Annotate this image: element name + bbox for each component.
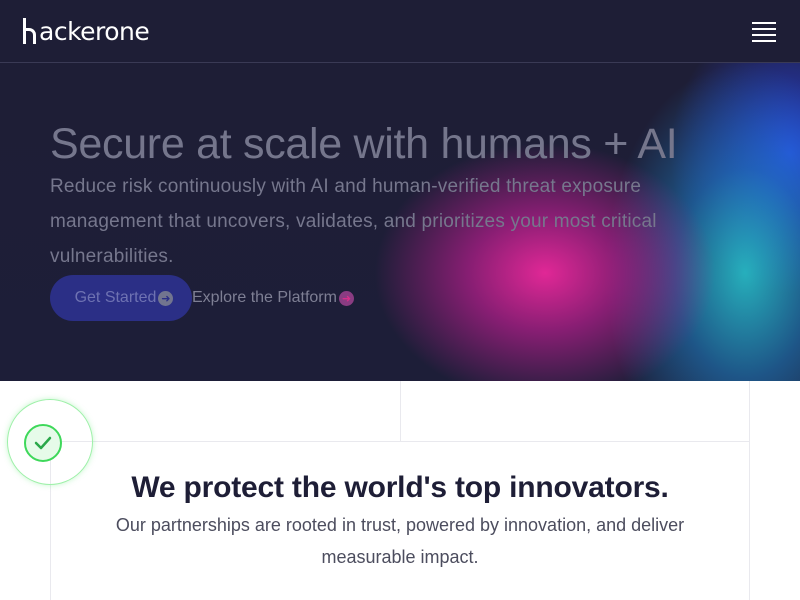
check-circle-icon [24,424,62,462]
hero-subtitle: Reduce risk continuously with AI and hum… [50,176,657,267]
arrow-circle-icon: ➜ [158,290,174,306]
hero-section: Secure at scale with humans + AI Reduce … [0,63,800,381]
innovators-section: We protect the world's top innovators. O… [0,381,800,600]
hackerone-logo-icon [23,18,38,44]
section-subtitle: Our partnerships are rooted in trust, po… [115,515,685,567]
hero-title: Secure at scale with humans + AI [50,120,678,168]
get-started-button[interactable]: Get Started ➜ [50,275,192,321]
section-title: We protect the world's top innovators. [131,471,669,504]
menu-icon[interactable] [752,22,776,42]
logo-wordmark: ackerone [39,17,150,46]
grid-line [50,441,750,442]
hackerone-logo[interactable]: ackerone [23,16,150,48]
explore-platform-label: Explore the Platform [192,289,337,306]
explore-platform-link[interactable]: Explore the Platform ➜ [192,275,354,321]
grid-line [400,381,401,441]
get-started-label: Get Started [74,289,157,306]
arrow-circle-icon: ➜ [338,290,354,306]
site-header: ackerone [0,0,800,63]
